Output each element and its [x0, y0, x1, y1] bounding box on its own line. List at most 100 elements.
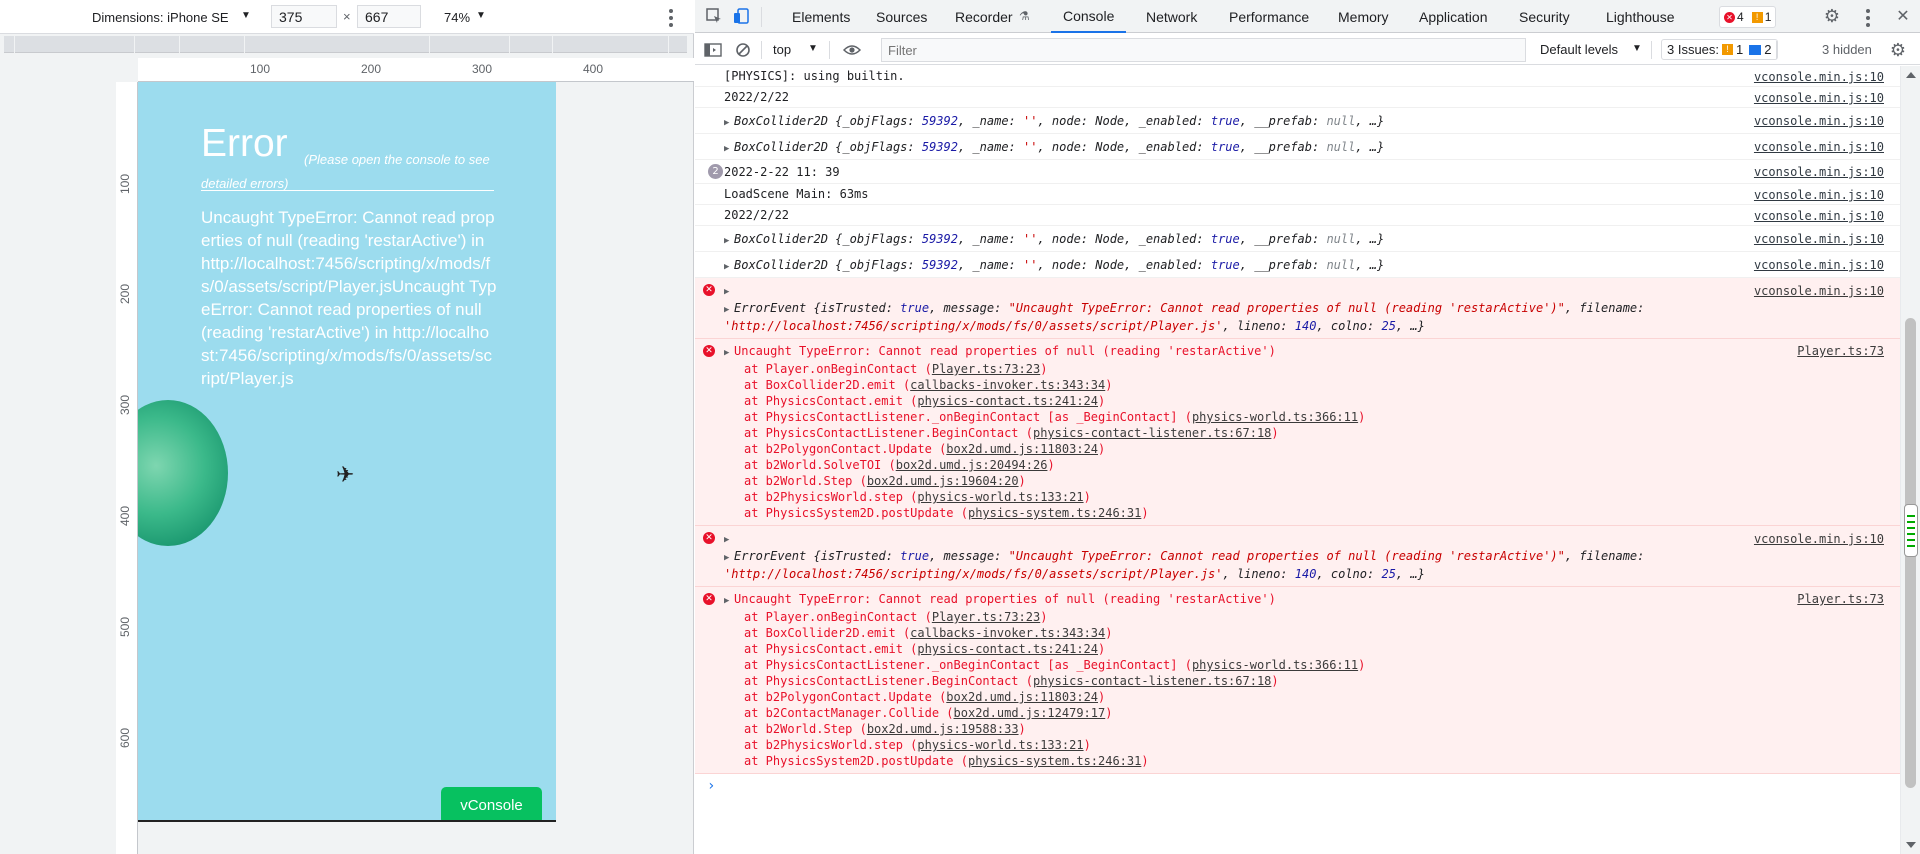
stack-frame-link[interactable]: physics-system.ts:246:31 — [968, 754, 1141, 768]
scroll-up-icon[interactable] — [1906, 72, 1916, 78]
tab-sources[interactable]: Sources — [876, 0, 927, 33]
source-link[interactable]: vconsole.min.js:10 — [1754, 531, 1884, 547]
expand-icon[interactable]: ▶ — [724, 259, 734, 275]
log-text: LoadScene Main: 63ms — [724, 187, 869, 201]
tab-recorder[interactable]: Recorder — [955, 0, 1013, 33]
media-query-bar[interactable] — [4, 36, 687, 53]
paren: ) — [1083, 738, 1091, 752]
sidebar-icon[interactable] — [703, 40, 723, 60]
tab-performance[interactable]: Performance — [1229, 0, 1309, 33]
source-link[interactable]: Player.ts:73 — [1797, 591, 1884, 607]
stack-frame-link[interactable]: box2d.umd.js:11803:24 — [946, 690, 1098, 704]
source-link[interactable]: Player.ts:73 — [1797, 343, 1884, 359]
source-link[interactable]: vconsole.min.js:10 — [1754, 113, 1884, 129]
chevron-down-icon[interactable]: ▼ — [1632, 43, 1642, 54]
tab-security[interactable]: Security — [1519, 0, 1570, 33]
filter-input[interactable] — [881, 38, 1526, 62]
stack-frame-link[interactable]: box2d.umd.js:19604:20 — [867, 474, 1019, 488]
stack-frame-link[interactable]: Player.ts:73:23 — [932, 610, 1040, 624]
stack-frame-link[interactable]: Player.ts:73:23 — [932, 362, 1040, 376]
device-toggle-icon[interactable] — [732, 6, 752, 26]
stack-frame-link[interactable]: physics-contact.ts:241:24 — [917, 394, 1098, 408]
tab-memory[interactable]: Memory — [1338, 0, 1389, 33]
expand-icon[interactable]: ▶ — [724, 345, 734, 361]
error-message: Uncaught TypeError: Cannot read properti… — [201, 208, 497, 388]
source-link[interactable]: vconsole.min.js:10 — [1754, 257, 1884, 273]
issues-button[interactable]: 3 Issues: ! 1 2 — [1661, 39, 1778, 60]
tab-lighthouse[interactable]: Lighthouse — [1606, 0, 1675, 33]
chevron-down-icon[interactable]: ▼ — [241, 10, 251, 21]
expand-icon[interactable]: ▶ — [724, 284, 734, 300]
error-row[interactable]: ✕ ▶ Uncaught TypeError: Cannot read prope… — [695, 587, 1900, 774]
stack-frame-link[interactable]: physics-world.ts:366:11 — [1192, 410, 1358, 424]
log-row[interactable]: ▶ BoxCollider2D {_objFlags: 59392, _name:… — [695, 252, 1900, 278]
stack-frame: at PhysicsContact.emit (physics-contact.… — [724, 641, 1900, 657]
stack-frame-link[interactable]: callbacks-invoker.ts:343:34 — [910, 626, 1105, 640]
stack-frame-link[interactable]: physics-contact-listener.ts:67:18 — [1033, 674, 1271, 688]
expand-icon[interactable]: ▶ — [724, 115, 734, 131]
stack-frame-link[interactable]: physics-contact.ts:241:24 — [917, 642, 1098, 656]
stack-frame-link[interactable]: callbacks-invoker.ts:343:34 — [910, 378, 1105, 392]
console-scrollbar[interactable] — [1900, 66, 1920, 854]
clear-icon[interactable] — [733, 40, 753, 60]
source-link[interactable]: vconsole.min.js:10 — [1754, 187, 1884, 203]
chevron-down-icon[interactable]: ▼ — [808, 43, 818, 54]
device-height-input[interactable] — [357, 5, 421, 28]
expand-icon[interactable]: ▶ — [724, 593, 734, 609]
source-link[interactable]: vconsole.min.js:10 — [1754, 231, 1884, 247]
error-row[interactable]: ✕ ▶ ▶ ErrorEvent {isTrusted: true, messag… — [695, 526, 1900, 587]
gear-icon[interactable]: ⚙ — [1822, 6, 1842, 26]
source-link[interactable]: vconsole.min.js:10 — [1754, 283, 1884, 299]
zoom-select[interactable]: 74% — [444, 10, 470, 25]
device-width-input[interactable] — [271, 5, 337, 28]
expand-icon[interactable]: ▶ — [724, 550, 734, 566]
expand-icon[interactable]: ▶ — [724, 302, 734, 318]
expand-icon[interactable]: ▶ — [724, 233, 734, 249]
stack-frame-link[interactable]: physics-system.ts:246:31 — [968, 506, 1141, 520]
tab-elements[interactable]: Elements — [792, 0, 850, 33]
source-link[interactable]: vconsole.min.js:10 — [1754, 69, 1884, 85]
error-count-badge[interactable]: ✕ 4 ! 1 — [1719, 6, 1777, 28]
gear-icon[interactable]: ⚙ — [1888, 40, 1908, 60]
log-levels-select[interactable]: Default levels — [1540, 42, 1618, 57]
stack-frame-link[interactable]: box2d.umd.js:12479:17 — [954, 706, 1106, 720]
stack-frame-link[interactable]: physics-world.ts:366:11 — [1192, 658, 1358, 672]
inspect-icon[interactable] — [704, 6, 724, 26]
stack-frame-link[interactable]: box2d.umd.js:19588:33 — [867, 722, 1019, 736]
console-prompt[interactable]: › — [695, 774, 1900, 798]
error-row[interactable]: ✕ ▶ ▶ ErrorEvent {isTrusted: true, messag… — [695, 278, 1900, 339]
stack-frame-link[interactable]: physics-world.ts:133:21 — [917, 738, 1083, 752]
stack-frame-link[interactable]: physics-contact-listener.ts:67:18 — [1033, 426, 1271, 440]
source-link[interactable]: vconsole.min.js:10 — [1754, 90, 1884, 106]
device-dimensions-select[interactable]: Dimensions: iPhone SE — [92, 10, 229, 25]
paren: ) — [1271, 674, 1279, 688]
source-link[interactable]: vconsole.min.js:10 — [1754, 164, 1884, 180]
log-row[interactable]: ▶ BoxCollider2D {_objFlags: 59392, _name:… — [695, 108, 1900, 134]
stack-frame-function: at Player.onBeginContact ( — [744, 362, 932, 376]
eye-icon[interactable] — [842, 40, 862, 60]
error-row[interactable]: ✕ ▶ Uncaught TypeError: Cannot read prope… — [695, 339, 1900, 526]
log-row[interactable]: ▶ BoxCollider2D {_objFlags: 59392, _name:… — [695, 134, 1900, 160]
source-link[interactable]: vconsole.min.js:10 — [1754, 208, 1884, 224]
tab-console[interactable]: Console — [1051, 0, 1127, 33]
scroll-minimap — [1904, 504, 1918, 557]
device-viewport[interactable]: Error (Please open the console to see de… — [138, 82, 556, 822]
stack-frame-link[interactable]: box2d.umd.js:11803:24 — [946, 442, 1098, 456]
stack-frame: at Player.onBeginContact (Player.ts:73:2… — [724, 361, 1900, 377]
stack-frame-link[interactable]: physics-world.ts:133:21 — [917, 490, 1083, 504]
kebab-icon[interactable] — [669, 9, 673, 30]
expand-icon[interactable]: ▶ — [724, 532, 734, 548]
close-icon[interactable]: ✕ — [1893, 6, 1913, 26]
stack-frame-link[interactable]: box2d.umd.js:20494:26 — [896, 458, 1048, 472]
kebab-icon[interactable] — [1866, 9, 1870, 30]
log-row[interactable]: ▶ BoxCollider2D {_objFlags: 59392, _name:… — [695, 226, 1900, 252]
stack-frame: at b2World.Step (box2d.umd.js:19604:20) — [724, 473, 1900, 489]
chevron-down-icon[interactable]: ▼ — [476, 10, 486, 21]
expand-icon[interactable]: ▶ — [724, 141, 734, 157]
tab-network[interactable]: Network — [1146, 0, 1197, 33]
context-select[interactable]: top — [773, 42, 791, 57]
vconsole-button[interactable]: vConsole — [441, 787, 542, 820]
source-link[interactable]: vconsole.min.js:10 — [1754, 139, 1884, 155]
tab-application[interactable]: Application — [1419, 0, 1488, 33]
scroll-down-icon[interactable] — [1906, 842, 1916, 848]
